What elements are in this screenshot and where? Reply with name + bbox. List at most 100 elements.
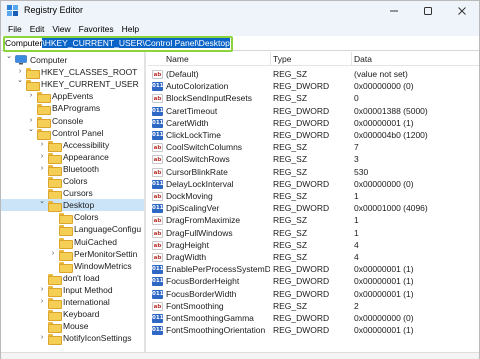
value-data: 0x00000000 (0): [354, 81, 414, 92]
value-type: REG_SZ: [273, 166, 308, 177]
value-data: 0x00000000 (0): [354, 178, 414, 189]
binary-value-icon: 011: [152, 265, 164, 275]
folder-icon: [59, 249, 73, 261]
value-type: REG_DWORD: [273, 288, 330, 299]
chevron-down-icon[interactable]: ⌄: [27, 125, 35, 135]
tree-item[interactable]: › International: [1, 296, 145, 309]
tree-item-label: HKEY_CLASSES_ROOT: [41, 67, 138, 78]
value-type: REG_DWORD: [273, 276, 330, 287]
chevron-right-icon[interactable]: ›: [38, 285, 46, 295]
value-row[interactable]: 011 FocusBorderHeight REG_DWORD 0x00000001 …: [148, 275, 479, 287]
binary-value-icon: 011: [152, 204, 164, 214]
tree-item[interactable]: MuiCached: [1, 236, 145, 249]
value-type: REG_DWORD: [273, 203, 330, 214]
tree-item-label: WindowMetrics: [74, 260, 132, 271]
folder-icon: [48, 334, 62, 346]
chevron-right-icon[interactable]: ›: [38, 140, 46, 150]
tree-item[interactable]: Colors: [1, 175, 145, 188]
value-row[interactable]: 011 DelayLockInterval REG_DWORD 0x00000000 …: [148, 178, 479, 190]
value-row[interactable]: ab DragFullWindows REG_SZ 1: [148, 227, 479, 239]
value-row[interactable]: ab FontSmoothing REG_SZ 2: [148, 300, 479, 312]
value-row[interactable]: ab DragFromMaximize REG_SZ 1: [148, 214, 479, 226]
column-type-header[interactable]: Type: [273, 54, 291, 64]
window-title: Registry Editor: [24, 5, 84, 15]
tree-item[interactable]: don't load: [1, 272, 145, 285]
folder-icon: [37, 92, 51, 104]
menu-view[interactable]: View: [48, 24, 74, 34]
tree-item-label: Computer: [30, 55, 68, 65]
string-value-icon: ab: [152, 155, 163, 165]
chevron-right-icon[interactable]: ›: [49, 249, 57, 259]
tree-item[interactable]: ⌄ Control Panel: [1, 125, 145, 140]
chevron-right-icon[interactable]: ›: [38, 152, 46, 162]
value-row[interactable]: 011 CaretWidth REG_DWORD 0x00000001 (1): [148, 117, 479, 129]
value-row[interactable]: ab DragWidth REG_SZ 4: [148, 251, 479, 263]
menu-file[interactable]: File: [4, 24, 26, 34]
tree-item[interactable]: › Appearance: [1, 151, 145, 164]
chevron-right-icon[interactable]: ›: [38, 297, 46, 307]
tree-item[interactable]: › Accessibility: [1, 139, 145, 152]
value-row[interactable]: 011 ClickLockTime REG_DWORD 0x000004b0 (120…: [148, 129, 479, 141]
value-row[interactable]: ab DockMoving REG_SZ 1: [148, 190, 479, 202]
tree-item[interactable]: LanguageConfigu: [1, 223, 145, 237]
value-row[interactable]: ab CoolSwitchColumns REG_SZ 7: [148, 141, 479, 153]
menu-edit[interactable]: Edit: [26, 24, 49, 34]
value-row[interactable]: ab BlockSendInputResets REG_SZ 0: [148, 92, 479, 104]
binary-value-icon: 011: [152, 82, 164, 92]
value-name: DragWidth: [166, 252, 207, 262]
folder-icon: [37, 128, 51, 140]
column-divider[interactable]: [351, 52, 352, 66]
string-value-icon: ab: [152, 192, 163, 201]
folder-icon: [48, 201, 62, 213]
tree-item-label: Colors: [63, 176, 88, 186]
tree-item[interactable]: BAPrograms: [1, 102, 145, 116]
tree-item[interactable]: › NotifyIconSettings: [1, 332, 145, 346]
column-name-header[interactable]: Name: [166, 54, 189, 64]
close-button[interactable]: [445, 1, 479, 21]
column-divider[interactable]: [270, 52, 271, 66]
tree-item[interactable]: Cursors: [1, 187, 145, 201]
menu-help[interactable]: Help: [118, 24, 143, 34]
value-row[interactable]: ab DragHeight REG_SZ 4: [148, 239, 479, 251]
column-data-header[interactable]: Data: [354, 54, 372, 64]
chevron-right-icon[interactable]: ›: [38, 164, 46, 174]
value-row[interactable]: ab (Default) REG_SZ (value not set): [148, 68, 479, 80]
tree-scrollbar[interactable]: [144, 52, 146, 359]
tree-item[interactable]: › Console: [1, 115, 145, 128]
tree-item[interactable]: WindowMetrics: [1, 260, 145, 273]
tree-item-label: International: [63, 297, 110, 307]
tree-item[interactable]: Colors: [1, 211, 145, 225]
chevron-right-icon[interactable]: ›: [38, 333, 46, 343]
value-row[interactable]: 011 EnablePerProcessSystemDPI REG_DWORD 0x0…: [148, 263, 479, 275]
minimize-button[interactable]: [377, 1, 411, 21]
folder-icon: [59, 225, 73, 237]
tree-item[interactable]: Keyboard: [1, 308, 145, 322]
chevron-right-icon[interactable]: ›: [27, 91, 35, 101]
tree-item[interactable]: ⌄ Desktop: [1, 197, 145, 213]
minimize-icon: [390, 10, 398, 12]
tree-item[interactable]: ⌄ HKEY_CURRENT_USER: [1, 76, 145, 92]
value-type: REG_DWORD: [273, 81, 330, 92]
title-bar[interactable]: Registry Editor: [1, 1, 479, 21]
value-row[interactable]: 011 FocusBorderWidth REG_DWORD 0x00000001 (…: [148, 288, 479, 300]
chevron-down-icon[interactable]: ⌄: [5, 52, 13, 62]
menu-favorites[interactable]: Favorites: [75, 24, 118, 34]
chevron-down-icon[interactable]: ⌄: [16, 76, 24, 86]
value-row[interactable]: 011 FontSmoothingGamma REG_DWORD 0x00000000…: [148, 312, 479, 324]
value-row[interactable]: 011 FontSmoothingOrientation REG_DWORD 0x00…: [148, 324, 479, 336]
value-row[interactable]: 011 CaretTimeout REG_DWORD 0x00001388 (5000…: [148, 105, 479, 117]
tree-item[interactable]: › Input Method: [1, 284, 145, 297]
tree-item[interactable]: ⌄ Computer: [1, 52, 145, 66]
tree-item[interactable]: › Bluetooth: [1, 163, 145, 176]
value-row[interactable]: ab CoolSwitchRows REG_SZ 3: [148, 153, 479, 165]
value-row[interactable]: ab CursorBlinkRate REG_SZ 530: [148, 166, 479, 178]
value-row[interactable]: 011 DpiScalingVer REG_DWORD 0x00001000 (409…: [148, 202, 479, 214]
tree-item[interactable]: › AppEvents: [1, 90, 145, 104]
tree-item[interactable]: › PerMonitorSettin: [1, 248, 145, 261]
chevron-down-icon[interactable]: ⌄: [38, 197, 46, 207]
maximize-button[interactable]: [411, 1, 445, 21]
value-row[interactable]: 011 AutoColorization REG_DWORD 0x00000000 (…: [148, 80, 479, 92]
tree-item[interactable]: Mouse: [1, 320, 145, 334]
folder-icon: [48, 298, 62, 309]
tree-item-label: Mouse: [63, 321, 89, 332]
